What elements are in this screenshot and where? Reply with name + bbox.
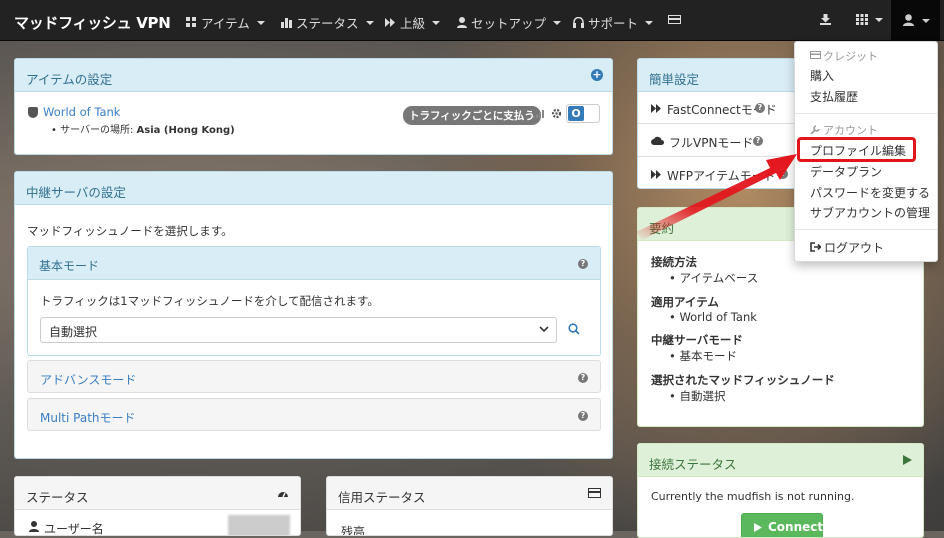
annotation-arrow [636, 154, 797, 240]
